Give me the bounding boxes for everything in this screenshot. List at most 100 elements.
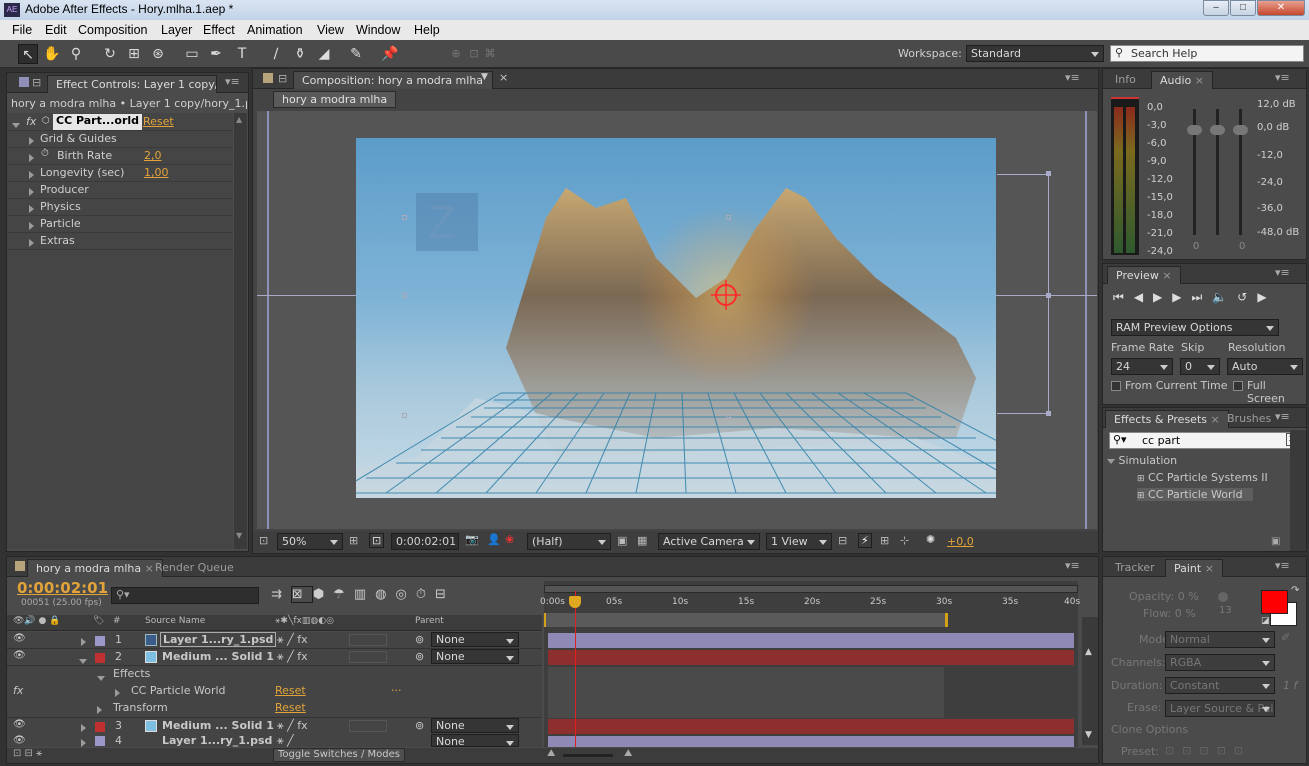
camera-dropdown[interactable]: Active Camera [658,533,760,550]
close-tab-icon[interactable]: × [1205,562,1214,575]
label-color-swatch[interactable] [95,636,105,646]
timeline-graph[interactable]: 0:00s 05s 10s 15s 20s 25s 30s 35s 40s [540,581,1080,747]
col-parent[interactable]: Parent [415,616,444,626]
expand-icon[interactable] [29,152,34,165]
parent-dropdown[interactable]: None [431,718,519,733]
play-icon[interactable]: ▶ [1153,290,1172,304]
effect-controls-scrollbar[interactable]: ▲ ▼ [234,113,247,549]
expand-icon[interactable] [29,220,34,233]
skip-dropdown[interactable]: 0 [1180,358,1220,375]
prop-longevity[interactable]: Longevity (sec) 1,00 [7,165,233,182]
footer-icons[interactable]: ⊡ ⊟ ⚹ [13,748,42,759]
layer-handle[interactable] [726,413,731,418]
channels-icon[interactable]: ❀ [505,533,514,546]
prop-physics[interactable]: Physics [7,199,233,216]
hand-tool-icon[interactable]: ✋ [42,44,62,64]
parent-dropdown[interactable]: None [431,734,519,747]
channels-dropdown[interactable]: RGBA [1165,654,1275,671]
effect-item-particle-world[interactable]: ⊞ CC Particle World [1137,488,1253,501]
mode-dropdown[interactable]: Normal [1165,631,1275,648]
pickwhip-icon[interactable]: ⊚ [415,633,424,646]
tab-audio[interactable]: Audio × [1151,71,1213,89]
clone-stamp-tool-icon[interactable]: ⚱ [290,44,310,64]
timeline-search-input[interactable]: ⚲▾ [111,587,259,604]
opacity-label[interactable]: Opacity: 0 % [1129,590,1199,603]
resolution-dropdown[interactable]: Auto [1227,358,1303,375]
effect-options-link[interactable]: ... [391,681,402,694]
effect-expand-icon[interactable] [12,118,20,131]
toggle-transparency-icon[interactable]: ▦ [637,534,647,547]
menu-composition[interactable]: Composition [78,23,147,37]
pixel-aspect-icon[interactable]: ⊟ [838,534,847,547]
prop-extras[interactable]: Extras [7,233,233,250]
graph-editor-icon[interactable]: ⊟ [435,587,455,602]
axis-local-icon[interactable]: ⊕ [446,44,466,64]
maximize-button[interactable]: □ [1230,0,1256,16]
transparency-grid-icon[interactable]: ⊡ [369,533,385,548]
eye-icon[interactable]: 👁 [13,633,26,644]
effect-name[interactable]: CC Part...orld [53,114,143,130]
resolution-dropdown[interactable]: (Half) [527,533,611,550]
prop-particle[interactable]: Particle [7,216,233,233]
tab-info[interactable]: Info [1107,71,1144,89]
pickwhip-icon[interactable]: ⊚ [415,650,424,663]
brush-tool-icon[interactable]: ∕ [266,44,286,64]
col-source-name[interactable]: Source Name [145,616,205,626]
audio-slider-thumb[interactable] [1210,125,1225,135]
lock-icon[interactable]: ⊟ [32,76,41,89]
eye-icon[interactable]: 👁 [13,650,26,661]
pickwhip-icon[interactable]: ⊚ [415,719,424,732]
effect-reset-link[interactable]: Reset [275,684,306,697]
panel-menu-icon[interactable]: ▾≡ [225,75,240,88]
tab-effect-controls[interactable]: Effect Controls: Layer 1 copy/h [47,75,217,93]
ram-preview-options-dropdown[interactable]: RAM Preview Options [1111,319,1279,336]
transform-row[interactable]: Transform Reset [7,700,542,717]
current-time-indicator[interactable] [575,591,576,747]
stopwatch-icon[interactable]: ⏱ [41,148,49,159]
eraser-tool-icon[interactable]: ◢ [314,44,334,64]
clone-options-label[interactable]: Clone Options [1111,723,1188,736]
layer-handle[interactable] [402,293,407,298]
layer-switches-icon[interactable]: ⚹ ╱ fx [277,650,308,664]
birth-rate-value[interactable]: 2,0 [144,149,162,162]
audio-slider-thumb[interactable] [1233,125,1248,135]
loop-icon[interactable]: ↺ [1237,290,1257,304]
full-screen-checkbox[interactable] [1233,381,1243,391]
effect-item-particle-systems[interactable]: ⊞ CC Particle Systems II [1137,471,1287,484]
tab-timeline-comp[interactable]: hory a modra mlha × [27,559,163,577]
expand-icon[interactable] [97,704,102,717]
timeline-scrollbar[interactable]: ▲ ▼ [1082,617,1098,745]
toggle-switches-modes-button[interactable]: Toggle Switches / Modes [273,748,405,762]
layer-name[interactable]: Layer 1...ry_1.psd [162,734,272,747]
tab-composition[interactable]: Composition: hory a modra mlha [293,71,493,89]
clone-preset-icons[interactable]: ⊡⊡⊡⊡⊡ [1165,744,1251,757]
zoom-out-icon[interactable]: ⛰ [547,748,555,759]
snapshot-icon[interactable]: 📷 [465,533,479,546]
minimize-button[interactable]: – [1203,0,1229,16]
timeline-timecode[interactable]: 0:00:02:01 [17,579,108,597]
motion-blur-icon[interactable]: ◍ [375,587,395,602]
text-tool-icon[interactable]: T [232,44,252,64]
menu-animation[interactable]: Animation [247,23,303,37]
work-area-bar[interactable] [544,613,948,627]
show-snapshot-icon[interactable]: 👤 [487,533,501,546]
close-tab-icon[interactable]: × [1162,269,1171,282]
tab-effects-presets[interactable]: Effects & Presets × [1105,410,1229,428]
expand-icon[interactable] [29,203,34,216]
next-frame-icon[interactable]: ▶ [1172,290,1191,304]
comp-subtab[interactable]: hory a modra mlha [273,91,397,108]
layer-handle[interactable] [726,215,731,220]
layer-mode-boxes[interactable] [349,634,387,646]
work-area-navigator[interactable] [544,585,1078,593]
rectangle-tool-icon[interactable]: ▭ [182,44,202,64]
fast-draft-icon[interactable]: ⚡ [858,533,872,548]
from-current-time-checkbox[interactable] [1111,381,1121,391]
time-ruler[interactable]: 0:00s 05s 10s 15s 20s 25s 30s 35s 40s [540,595,1080,613]
comp-dropdown-icon[interactable]: ▼ [481,72,488,82]
menu-file[interactable]: File [12,23,32,37]
menu-edit[interactable]: Edit [45,23,67,37]
roto-brush-tool-icon[interactable]: ✎ [346,44,366,64]
layer-mode-boxes[interactable] [349,720,387,732]
pen-tool-icon[interactable]: ✒ [206,44,226,64]
zoom-in-icon[interactable]: ⛰ [624,748,632,759]
